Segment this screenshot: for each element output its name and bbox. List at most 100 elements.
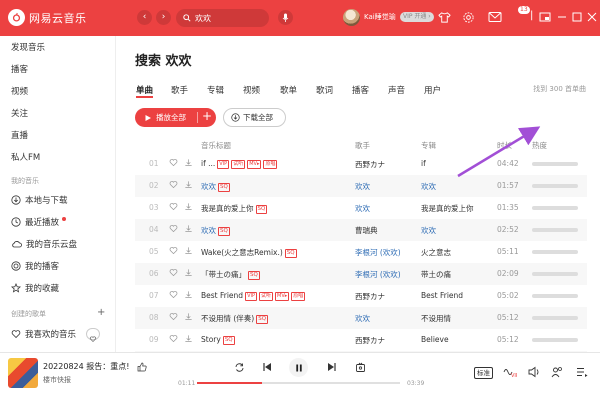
playlist-queue-icon[interactable] bbox=[576, 366, 588, 378]
download-button[interactable] bbox=[184, 180, 193, 191]
table-row[interactable]: 06 「带土の痛」 SQ 李根河 (欢欢) 带土の痛 02:09 bbox=[135, 263, 587, 285]
add-all-to-queue-button[interactable]: + bbox=[202, 109, 212, 123]
album-cell[interactable]: 欢欢 bbox=[421, 225, 436, 236]
thumbs-up-icon[interactable] bbox=[137, 362, 147, 372]
tab-playlists[interactable]: 歌单 bbox=[280, 84, 297, 96]
settings-gear-icon[interactable] bbox=[462, 11, 475, 24]
heartbeat-mode-button[interactable] bbox=[86, 328, 100, 342]
song-title-cell[interactable]: 「带土の痛」 SQ bbox=[201, 269, 260, 280]
sidebar-item-follow[interactable]: 关注 bbox=[11, 107, 28, 119]
mv-tag[interactable]: MV▸ bbox=[247, 160, 262, 169]
table-row[interactable]: 07 Best Friend VIP 试听 MV▸ 原唱 西野カナ Best Friend 05… bbox=[135, 285, 587, 307]
previous-track-icon[interactable] bbox=[262, 362, 272, 372]
vip-tag[interactable]: VIP bbox=[217, 160, 230, 169]
app-logo[interactable]: 网易云音乐 bbox=[8, 9, 87, 26]
download-button[interactable] bbox=[184, 334, 193, 345]
like-button[interactable] bbox=[169, 268, 178, 279]
preview-tag[interactable]: 试听 bbox=[258, 292, 273, 301]
play-pause-button[interactable] bbox=[289, 358, 308, 377]
song-title-cell[interactable]: 欢欢 SQ bbox=[201, 181, 230, 192]
sidebar-item-podcast[interactable]: 播客 bbox=[11, 63, 28, 75]
like-button[interactable] bbox=[169, 202, 178, 213]
album-cell[interactable]: Best Friend bbox=[421, 291, 463, 300]
download-button[interactable] bbox=[184, 158, 193, 169]
song-title-cell[interactable]: Best Friend VIP 试听 MV▸ 原唱 bbox=[201, 291, 306, 301]
vip-badge[interactable]: VIP 开通 › bbox=[400, 12, 434, 22]
like-button[interactable] bbox=[169, 334, 178, 345]
download-button[interactable] bbox=[184, 290, 193, 301]
table-row[interactable]: 05 Wake(火之意志Remix.) SQ 李根河 (欢欢) 火之意志 05:11 bbox=[135, 241, 587, 263]
back-button[interactable]: ‹ bbox=[137, 10, 152, 25]
maximize-icon[interactable] bbox=[572, 11, 582, 23]
search-input[interactable]: 欢欢 bbox=[176, 9, 269, 27]
preview-tag[interactable]: 试听 bbox=[231, 160, 246, 169]
album-cell[interactable]: 我是真的爱上你 bbox=[421, 203, 474, 214]
minimize-icon[interactable] bbox=[557, 11, 567, 23]
like-button[interactable] bbox=[169, 158, 178, 169]
table-row[interactable]: 03 我是真的爱上你 SQ 欢欢 我是真的爱上你 01:35 bbox=[135, 197, 587, 219]
column-header-artist[interactable]: 歌手 bbox=[355, 140, 370, 151]
original-tag[interactable]: 原唱 bbox=[263, 160, 278, 169]
sidebar-item-live[interactable]: 直播 bbox=[11, 129, 28, 141]
artist-cell[interactable]: 西野カナ bbox=[355, 335, 385, 346]
sidebar-item-video[interactable]: 视频 bbox=[11, 85, 28, 97]
album-cell[interactable]: Believe bbox=[421, 335, 449, 344]
album-cell[interactable]: if bbox=[421, 159, 426, 168]
download-button[interactable] bbox=[184, 224, 193, 235]
repeat-icon[interactable] bbox=[234, 362, 245, 373]
close-icon[interactable] bbox=[587, 11, 597, 23]
sidebar-item-collection[interactable]: 我的收藏 bbox=[11, 282, 59, 294]
album-cell[interactable]: 不设用情 bbox=[421, 313, 451, 324]
artist-cell[interactable]: 欢欢 bbox=[355, 313, 370, 324]
create-playlist-button[interactable]: + bbox=[97, 307, 105, 318]
username[interactable]: Kai睡觉瑜 bbox=[364, 12, 396, 22]
user-avatar[interactable] bbox=[343, 9, 360, 26]
download-all-button[interactable]: 下载全部 bbox=[223, 108, 286, 127]
volume-icon[interactable] bbox=[528, 366, 540, 378]
download-button[interactable] bbox=[184, 246, 193, 257]
tab-albums[interactable]: 专辑 bbox=[207, 84, 224, 96]
like-button[interactable] bbox=[169, 224, 178, 235]
column-header-album[interactable]: 专辑 bbox=[421, 140, 436, 151]
download-button[interactable] bbox=[184, 202, 193, 213]
sidebar-item-fm[interactable]: 私人FM bbox=[11, 151, 40, 163]
sidebar-item-liked-music[interactable]: 我喜欢的音乐 bbox=[11, 328, 76, 340]
listen-together-icon[interactable] bbox=[551, 366, 563, 378]
sound-effect-icon[interactable]: VIP bbox=[503, 366, 517, 378]
artist-cell[interactable]: 欢欢 bbox=[355, 181, 370, 192]
forward-button[interactable]: › bbox=[156, 10, 171, 25]
now-playing-title[interactable]: 20220824 报告：重点! bbox=[43, 361, 129, 372]
table-row[interactable]: 09 Story SQ 西野カナ Believe 05:12 bbox=[135, 329, 587, 351]
song-title-cell[interactable]: 不设用情 (伴奏) SQ bbox=[201, 313, 269, 324]
vip-tag[interactable]: VIP bbox=[245, 292, 257, 301]
album-cell[interactable]: 带土の痛 bbox=[421, 269, 451, 280]
artist-cell[interactable]: 西野カナ bbox=[355, 159, 385, 170]
like-button[interactable] bbox=[169, 246, 178, 257]
sidebar-item-local-download[interactable]: 本地与下载 bbox=[11, 194, 68, 206]
album-cell[interactable]: 欢欢 bbox=[421, 181, 436, 192]
download-button[interactable] bbox=[184, 268, 193, 279]
song-title-cell[interactable]: if ... VIP 试听 MV▸ 原唱 bbox=[201, 159, 278, 169]
artist-cell[interactable]: 曹瑞典 bbox=[355, 225, 378, 236]
tab-lyrics[interactable]: 歌词 bbox=[316, 84, 333, 96]
next-track-icon[interactable] bbox=[327, 362, 337, 372]
tshirt-icon[interactable] bbox=[438, 11, 451, 24]
artist-cell[interactable]: 西野カナ bbox=[355, 291, 385, 302]
sidebar-item-recent[interactable]: 最近播放 bbox=[11, 216, 67, 228]
now-playing-artist[interactable]: 楼市快报 bbox=[43, 375, 71, 385]
table-row[interactable]: 04 欢欢 SQ 曹瑞典 欢欢 02:52 bbox=[135, 219, 587, 241]
like-button[interactable] bbox=[169, 312, 178, 323]
quality-selector[interactable]: 标准 bbox=[474, 367, 493, 379]
like-button[interactable] bbox=[169, 290, 178, 301]
sidebar-item-cloud[interactable]: 我的音乐云盘 bbox=[11, 238, 77, 250]
artist-cell[interactable]: 李根河 (欢欢) bbox=[355, 269, 401, 280]
album-cover[interactable] bbox=[8, 358, 38, 388]
tab-artists[interactable]: 歌手 bbox=[171, 84, 188, 96]
sidebar-item-my-podcast[interactable]: 我的播客 bbox=[11, 260, 59, 272]
tab-songs[interactable]: 单曲 bbox=[136, 84, 153, 96]
message-mail-icon[interactable] bbox=[488, 11, 502, 23]
artist-cell[interactable]: 欢欢 bbox=[355, 203, 370, 214]
artist-cell[interactable]: 李根河 (欢欢) bbox=[355, 247, 401, 258]
sidebar-item-discover[interactable]: 发现音乐 bbox=[11, 41, 45, 53]
tab-users[interactable]: 用户 bbox=[424, 84, 441, 96]
